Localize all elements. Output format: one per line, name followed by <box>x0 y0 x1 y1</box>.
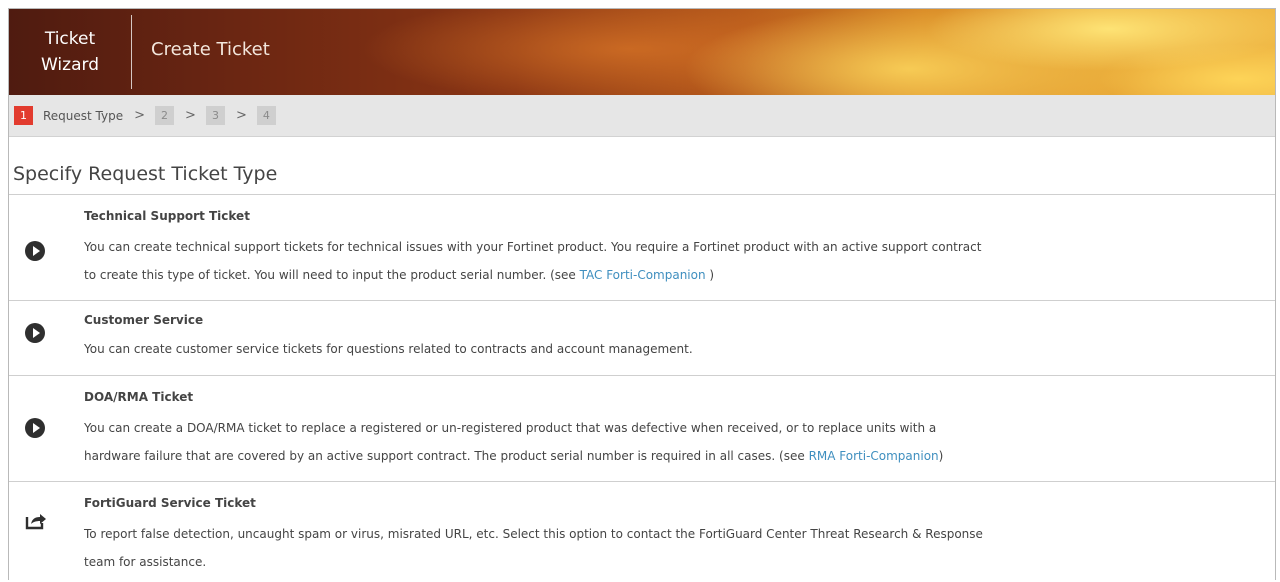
step-separator: > <box>235 108 247 123</box>
wizard-steps: 1 Request Type > 2 > 3 > 4 <box>9 95 1275 137</box>
wizard-label: Ticket Wizard <box>9 9 131 95</box>
description-text: to create this type of ticket. You will … <box>84 268 576 282</box>
description-text: ) <box>709 268 715 282</box>
step-4-indicator[interactable]: 4 <box>256 106 276 125</box>
description-line: to create this type of ticket. You will … <box>84 261 1194 289</box>
option-technical-support[interactable]: Technical Support Ticket You can create … <box>9 195 1275 301</box>
play-circle-icon[interactable] <box>25 418 45 438</box>
option-description: You can create technical support tickets… <box>84 233 1194 289</box>
step-separator: > <box>134 108 146 123</box>
wizard-label-line2: Wizard <box>41 55 99 75</box>
option-description: You can create customer service tickets … <box>84 335 1194 363</box>
tac-forti-companion-link[interactable]: TAC Forti-Companion <box>580 268 706 282</box>
option-fortiguard-service[interactable]: FortiGuard Service Ticket To report fals… <box>9 482 1275 580</box>
description-line: To report false detection, uncaught spam… <box>84 527 983 541</box>
option-title[interactable]: DOA/RMA Ticket <box>84 390 193 404</box>
description-line: hardware failure that are covered by an … <box>84 442 1194 470</box>
step-separator: > <box>185 108 196 123</box>
option-customer-service[interactable]: Customer Service You can create customer… <box>9 301 1275 376</box>
description-text: ) <box>938 449 944 463</box>
option-title[interactable]: Technical Support Ticket <box>84 209 250 223</box>
option-description: You can create a DOA/RMA ticket to repla… <box>84 414 1194 470</box>
option-doa-rma[interactable]: DOA/RMA Ticket You can create a DOA/RMA … <box>9 376 1275 482</box>
play-circle-icon[interactable] <box>25 323 45 343</box>
option-title[interactable]: FortiGuard Service Ticket <box>84 496 256 510</box>
rma-forti-companion-link[interactable]: RMA Forti-Companion <box>809 449 939 463</box>
share-icon[interactable] <box>25 510 47 530</box>
play-circle-icon[interactable] <box>25 241 45 261</box>
step-2-indicator[interactable]: 2 <box>155 106 175 125</box>
description-line: You can create a DOA/RMA ticket to repla… <box>84 421 937 435</box>
option-description: To report false detection, uncaught spam… <box>84 520 1194 576</box>
wizard-label-line1: Ticket <box>44 29 96 49</box>
section-title: Specify Request Ticket Type <box>9 137 1275 195</box>
description-line: You can create technical support tickets… <box>84 240 982 254</box>
description-line: team for assistance. <box>84 555 207 569</box>
page-title: Create Ticket <box>151 39 270 60</box>
header-divider <box>131 15 132 89</box>
wizard-header: Ticket Wizard Create Ticket <box>9 9 1275 95</box>
ticket-wizard-panel: Ticket Wizard Create Ticket 1 Request Ty… <box>8 8 1276 580</box>
description-text: hardware failure that are covered by an … <box>84 449 805 463</box>
option-title[interactable]: Customer Service <box>84 313 203 327</box>
description-line: You can create customer service tickets … <box>84 342 693 356</box>
step-3-indicator[interactable]: 3 <box>205 106 225 125</box>
step-1-label: Request Type <box>43 108 124 123</box>
step-1-indicator[interactable]: 1 <box>14 106 33 125</box>
